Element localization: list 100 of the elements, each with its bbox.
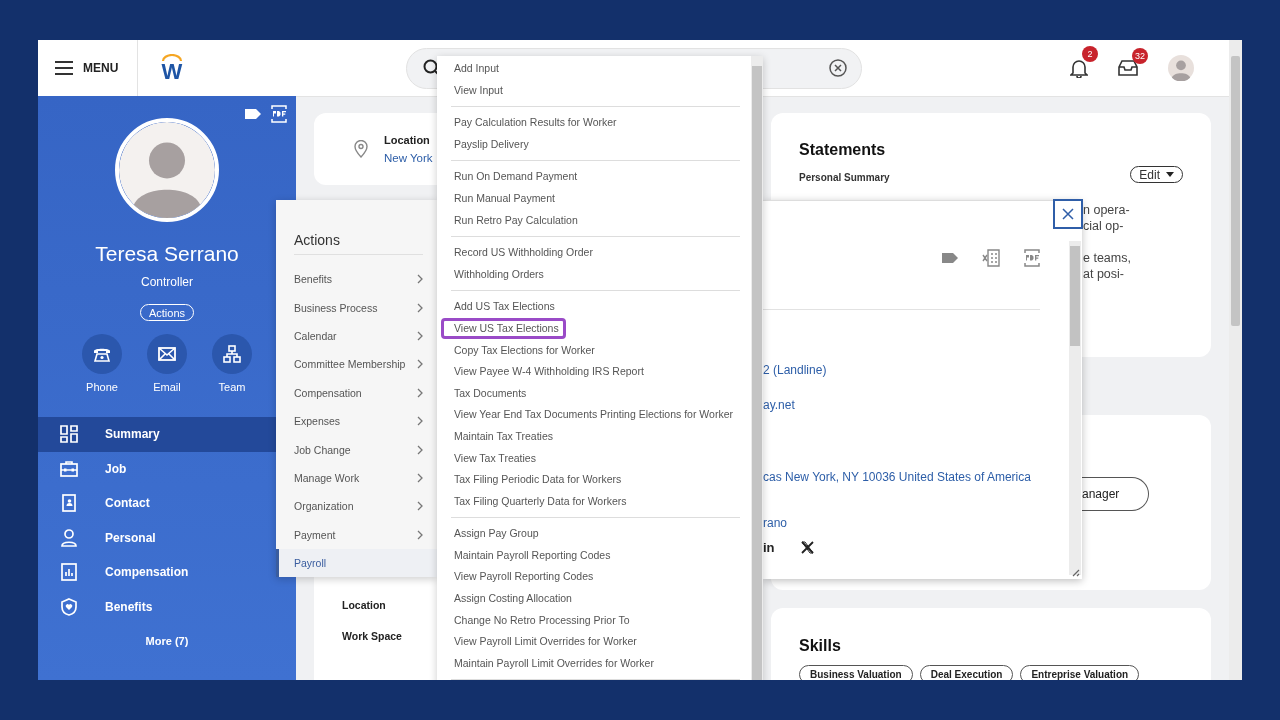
submenu-item[interactable]: Tax Filing Quarterly Data for Workers (437, 490, 749, 513)
menu-item[interactable]: Payroll (276, 548, 437, 578)
submenu-item[interactable]: Payslip Delivery (437, 133, 749, 156)
envelope-icon (158, 347, 176, 361)
summary-text-line: cial op- (1083, 218, 1125, 234)
action-label: Phone (86, 380, 118, 394)
caret-icon (1166, 172, 1174, 177)
bell-icon[interactable] (1070, 58, 1088, 78)
submenu-item[interactable]: Tax Filing Periodic Data for Workers (437, 469, 749, 491)
scrollbar[interactable] (1069, 241, 1081, 575)
skill-chip: Deal Execution (919, 665, 1014, 680)
chevron-right-icon (417, 472, 423, 483)
card-title: Skills (799, 637, 842, 655)
briefcase-icon (60, 460, 78, 477)
chevron-right-icon (417, 330, 423, 341)
submenu-item[interactable]: Copy Tax Elections for Worker (437, 339, 749, 362)
submenu-item[interactable]: Tax Documents (437, 382, 749, 405)
linkedin-link[interactable]: in (763, 539, 775, 555)
profile-name: Teresa Serrano (95, 241, 239, 267)
contact-card-icon (62, 494, 76, 513)
submenu-item[interactable]: View Input (437, 79, 749, 102)
skill-chip: Entreprise Valuation (1020, 665, 1140, 680)
chevron-right-icon (417, 529, 423, 540)
menu-item[interactable]: Manage Work (276, 463, 437, 493)
submenu-item[interactable]: Assign Pay Group (437, 523, 749, 545)
chevron-right-icon (417, 501, 423, 512)
edit-dropdown[interactable]: Edit (1130, 166, 1183, 183)
pdf-icon[interactable] (1024, 249, 1040, 267)
submenu-item[interactable]: Run On Demand Payment (437, 166, 749, 188)
tag-icon[interactable] (245, 109, 261, 119)
submenu-item[interactable]: Maintain Payroll Limit Overrides for Worker (437, 652, 749, 675)
submenu-item[interactable]: View Tax Treaties (437, 447, 749, 470)
x-logo-icon[interactable] (800, 540, 814, 554)
menu-title: Actions (293, 231, 341, 250)
submenu-item[interactable]: View Payee W-4 Withholding IRS Report (437, 361, 749, 383)
submenu-item[interactable]: Maintain Payroll Reporting Codes (437, 544, 749, 567)
submenu-item[interactable]: Record US Withholding Order (437, 242, 749, 264)
spreadsheet-icon[interactable] (982, 249, 1000, 267)
name-link[interactable]: rano (763, 515, 1082, 531)
field-label: Work Space (342, 629, 402, 644)
menu-item[interactable]: Organization (276, 492, 437, 521)
submenu-item[interactable]: Assign Costing Allocation (437, 588, 749, 610)
submenu-item[interactable]: View US Tax Elections (454, 320, 559, 336)
inbox-icon[interactable] (1118, 60, 1138, 76)
submenu-item[interactable]: View Year End Tax Documents Printing Elections for Worker (437, 404, 749, 426)
scrollbar[interactable] (751, 56, 763, 680)
phone-button[interactable] (82, 334, 122, 374)
email-button[interactable] (147, 334, 187, 374)
bar-chart-icon (61, 563, 77, 582)
action-label: Email (153, 380, 181, 394)
notification-badge: 2 (1082, 46, 1098, 62)
card-title: Statements (799, 141, 887, 159)
job-title: Controller (141, 274, 193, 290)
menu-item[interactable]: Benefits (276, 265, 437, 294)
address-link[interactable]: cas New York, NY 10036 United States of America (763, 469, 1082, 485)
menu-item[interactable]: Business Process (276, 293, 437, 322)
submenu-item[interactable]: View Payroll Reporting Codes (437, 566, 749, 589)
resize-handle-icon[interactable] (1070, 567, 1080, 577)
email-link[interactable]: ay.net (763, 397, 1082, 413)
submenu-item[interactable]: Maintain Tax Treaties (437, 425, 749, 448)
field-label: Location (384, 133, 431, 148)
chevron-right-icon (417, 274, 423, 285)
close-icon (1062, 208, 1074, 220)
submenu-item[interactable]: Run Retro Pay Calculation (437, 209, 749, 232)
location-link[interactable]: New York (384, 149, 433, 167)
submenu-item[interactable]: Add Input (437, 58, 749, 80)
menu-item[interactable]: Compensation (276, 378, 437, 407)
avatar (1168, 55, 1194, 81)
menu-item[interactable]: Committee Membership (276, 350, 437, 379)
location-pin-icon (354, 140, 368, 158)
team-button[interactable] (212, 334, 252, 374)
clear-icon[interactable] (829, 59, 847, 77)
scrollbar[interactable] (1229, 40, 1242, 680)
shield-heart-icon (61, 597, 77, 616)
phone-link[interactable]: 2 (Landline) (763, 362, 1082, 378)
dashboard-icon (60, 425, 78, 444)
action-label: Team (218, 380, 246, 394)
tag-icon[interactable] (942, 253, 958, 263)
submenu-item[interactable]: Withholding Orders (437, 263, 749, 286)
submenu-item[interactable]: View Payroll Limit Overrides for Worker (437, 631, 749, 653)
field-label: Location (342, 598, 386, 613)
more-link[interactable]: More (7) (145, 633, 189, 649)
submenu-item[interactable]: Run Manual Payment (437, 187, 749, 210)
person-icon (61, 528, 77, 547)
manager-button[interactable]: anager (1082, 477, 1149, 511)
summary-text-line: at posi- (1083, 266, 1125, 282)
submenu-item[interactable]: Pay Calculation Results for Worker (437, 112, 749, 134)
menu-item[interactable]: Calendar (276, 321, 437, 351)
submenu-item[interactable]: Change No Retro Processing Prior To (437, 609, 749, 632)
chevron-right-icon (417, 359, 423, 370)
submenu-item[interactable]: Add US Tax Elections (437, 296, 749, 318)
close-button[interactable] (1053, 199, 1083, 229)
skill-chip: Business Valuation (799, 665, 913, 680)
summary-text-line: e teams, (1083, 250, 1132, 266)
nav-item[interactable]: Benefits (38, 589, 296, 624)
logo[interactable]: W (160, 54, 184, 82)
summary-text-line: n opera- (1083, 202, 1131, 218)
org-chart-icon (223, 345, 241, 363)
chevron-right-icon (417, 416, 423, 427)
chevron-right-icon (417, 302, 423, 313)
